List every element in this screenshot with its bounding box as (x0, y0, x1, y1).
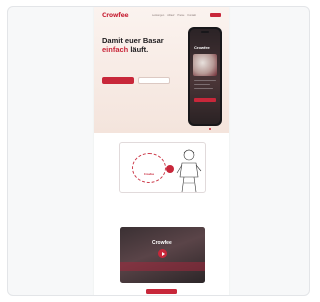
hero-headline: Damit euer Basar einfach läuft. (102, 36, 177, 54)
nav-link[interactable]: Kontakt (187, 14, 195, 17)
carousel-dot[interactable] (209, 128, 211, 130)
speech-bubble (132, 153, 166, 183)
person-illustration (176, 149, 202, 193)
bottom-cta-button[interactable] (146, 289, 177, 294)
phone-screen: Crowfee (190, 29, 220, 124)
speech-bubble-brand: Crowfee (143, 173, 155, 176)
preview-card: Crowfee Leistungen Ablauf Preise Kontakt… (7, 6, 310, 296)
video-logo: Crowfee (152, 240, 172, 246)
video-caption-bar (120, 262, 205, 271)
phone-text-line (194, 88, 213, 90)
phone-notch (201, 31, 209, 33)
headline-accent: einfach (102, 44, 129, 54)
nav-link[interactable]: Ablauf (167, 14, 174, 17)
website-preview[interactable]: Crowfee Leistungen Ablauf Preise Kontakt… (94, 7, 229, 295)
video-player[interactable]: Crowfee (120, 227, 205, 283)
phone-app-logo: Crowfee (194, 45, 210, 50)
brand-logo[interactable]: Crowfee (102, 12, 129, 19)
nav-cta-button[interactable] (210, 13, 221, 17)
phone-text-line (194, 80, 216, 82)
secondary-cta-button[interactable] (138, 77, 170, 84)
phone-button (194, 98, 216, 102)
headline-end: läuft. (128, 44, 149, 54)
nav-link[interactable]: Leistungen (152, 14, 164, 17)
illustration-card: Crowfee (119, 142, 206, 193)
hero-section: Crowfee Leistungen Ablauf Preise Kontakt… (94, 7, 229, 133)
play-icon[interactable] (158, 249, 167, 258)
primary-cta-button[interactable] (102, 77, 134, 84)
brand-badge-icon (166, 165, 174, 173)
nav-links: Leistungen Ablauf Preise Kontakt (152, 14, 196, 17)
phone-mockup: Crowfee (188, 27, 222, 126)
phone-product-image (193, 54, 217, 76)
top-navigation: Crowfee Leistungen Ablauf Preise Kontakt (94, 7, 229, 21)
nav-link[interactable]: Preise (177, 14, 184, 17)
phone-text-line (194, 84, 210, 86)
